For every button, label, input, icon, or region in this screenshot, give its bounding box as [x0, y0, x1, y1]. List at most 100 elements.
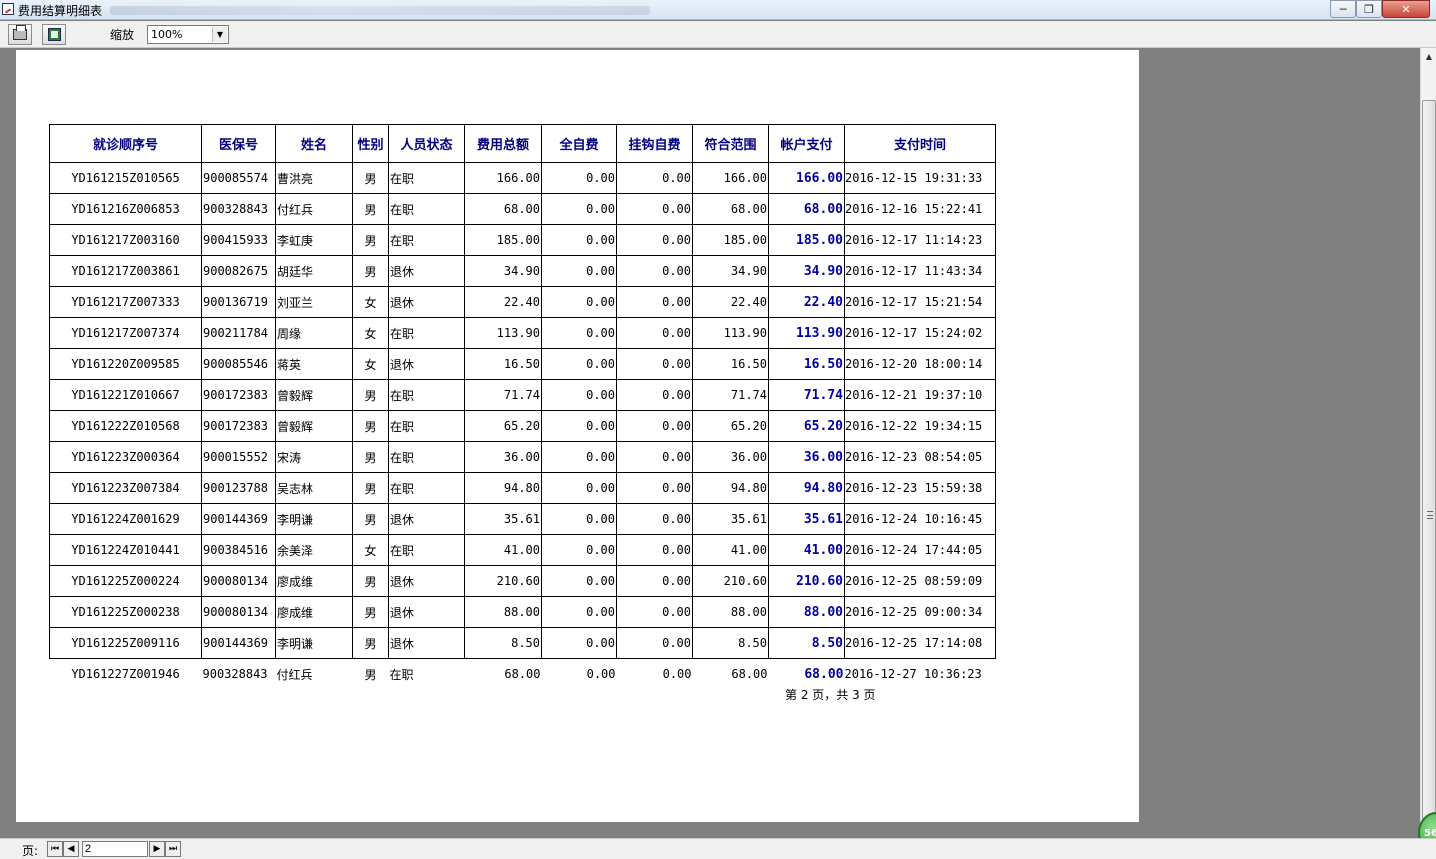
cell-pay-time: 2016-12-24 17:44:05	[844, 534, 996, 566]
cell-pay-time: 2016-12-22 19:34:15	[844, 410, 996, 442]
cell-linked-self-pay: 0.00	[616, 317, 693, 349]
column-header-insurance-no: 医保号	[201, 124, 276, 163]
last-page-button[interactable]: ⏭	[165, 841, 181, 857]
cell-visit-no: YD161217Z003861	[49, 255, 202, 287]
cell-insurance-no: 900085574	[201, 162, 276, 194]
cell-account-pay: 8.50	[768, 627, 845, 659]
cell-visit-no: YD161221Z010667	[49, 379, 202, 411]
pager-bar: 页: ⏮ ◀ ▶ ⏭	[0, 838, 1436, 859]
cell-gender: 女	[352, 534, 389, 566]
report-page: 就诊顺序号 医保号 姓名 性别 人员状态 费用总额 全自费 挂钩自费 符合范围 帐户支付 支付时间 …	[16, 50, 1139, 822]
cell-account-pay: 71.74	[768, 379, 845, 411]
cell-visit-no: YD161217Z007374	[49, 317, 202, 349]
cell-visit-no: YD161224Z010441	[49, 534, 202, 566]
first-page-button[interactable]: ⏮	[47, 841, 63, 857]
prev-page-button[interactable]: ◀	[63, 841, 79, 857]
cell-gender: 女	[352, 317, 389, 349]
cell-insurance-no: 900082675	[201, 255, 276, 287]
cell-eligible: 16.50	[692, 348, 769, 380]
cell-insurance-no: 900136719	[201, 286, 276, 318]
cell-name: 周缘	[275, 317, 353, 349]
cell-insurance-no: 900415933	[201, 224, 276, 256]
cell-eligible: 41.00	[692, 534, 769, 566]
cell-eligible: 94.80	[692, 472, 769, 504]
cell-name: 胡廷华	[275, 255, 353, 287]
cell-account-pay: 35.61	[768, 503, 845, 535]
cell-pay-time: 2016-12-21 19:37:10	[844, 379, 996, 411]
cell-total-fee: 210.60	[464, 565, 542, 597]
cell-gender: 男	[352, 441, 389, 473]
cell-total-fee: 94.80	[464, 472, 542, 504]
app-icon	[2, 3, 14, 15]
cell-eligible: 71.74	[692, 379, 769, 411]
cell-total-fee: 71.74	[464, 379, 542, 411]
close-button[interactable]: ✕	[1382, 0, 1430, 18]
cell-visit-no: YD161220Z009585	[49, 348, 202, 380]
cell-gender: 男	[352, 627, 389, 659]
cell-pay-time: 2016-12-15 19:31:33	[844, 162, 996, 194]
cell-status: 退休	[388, 596, 465, 628]
cell-eligible: 36.00	[692, 441, 769, 473]
cell-total-fee: 166.00	[464, 162, 542, 194]
cell-status: 退休	[388, 286, 465, 318]
cell-status: 在职	[388, 317, 465, 349]
cell-visit-no: YD161223Z000364	[49, 441, 202, 473]
cell-linked-self-pay: 0.00	[616, 255, 693, 287]
cell-visit-no: YD161217Z007333	[49, 286, 202, 318]
maximize-button[interactable]: ❐	[1356, 0, 1382, 18]
print-button[interactable]	[8, 24, 32, 45]
cell-account-pay: 210.60	[768, 565, 845, 597]
cell-eligible: 35.61	[692, 503, 769, 535]
cell-insurance-no: 900384516	[201, 534, 276, 566]
table-row: YD161225Z000224 900080134 廖成维男退休 210.60 0.00…	[49, 565, 996, 597]
cell-name: 宋涛	[275, 441, 353, 473]
cell-status: 在职	[388, 472, 465, 504]
cell-gender: 女	[352, 348, 389, 380]
cell-total-fee: 8.50	[464, 627, 542, 659]
zoom-value: 100%	[151, 28, 183, 41]
scroll-up-icon[interactable]: ▲	[1421, 48, 1436, 64]
cell-account-pay: 113.90	[768, 317, 845, 349]
page-number-input[interactable]	[82, 841, 148, 857]
cell-status: 退休	[388, 348, 465, 380]
column-header-status: 人员状态	[388, 124, 465, 163]
cell-visit-no: YD161225Z009116	[49, 627, 202, 659]
cell-pay-time: 2016-12-25 09:00:34	[844, 596, 996, 628]
cell-gender: 男	[352, 596, 389, 628]
minimize-button[interactable]: ─	[1330, 0, 1356, 18]
cell-self-pay: 0.00	[541, 472, 617, 504]
cell-visit-no: YD161225Z000224	[49, 565, 202, 597]
cell-self-pay: 0.00	[541, 410, 617, 442]
cell-linked-self-pay: 0.00	[616, 627, 693, 659]
column-header-name: 姓名	[275, 124, 353, 163]
table-row: YD161222Z010568 900172383 曾毅辉男在职 65.20 0.00 0…	[49, 410, 996, 442]
cell-eligible: 22.40	[692, 286, 769, 318]
cell-total-fee: 68.00	[504, 667, 541, 682]
cell-gender: 男	[364, 667, 377, 682]
cell-gender: 男	[352, 224, 389, 256]
vertical-scrollbar[interactable]: ▲	[1420, 48, 1436, 859]
cell-pay-time: 2016-12-17 15:21:54	[844, 286, 996, 318]
cell-name: 廖成维	[275, 596, 353, 628]
chevron-down-icon[interactable]: ▼	[212, 27, 227, 42]
scroll-thumb[interactable]	[1422, 100, 1436, 859]
cell-total-fee: 88.00	[464, 596, 542, 628]
cell-total-fee: 68.00	[464, 193, 542, 225]
column-header-linked-self-pay: 挂钩自费	[616, 124, 693, 163]
cell-insurance-no: 900085546	[201, 348, 276, 380]
cell-linked-self-pay: 0.00	[616, 379, 693, 411]
cell-insurance-no: 900172383	[201, 410, 276, 442]
zoom-select[interactable]: 100% ▼	[147, 25, 229, 44]
cell-pay-time: 2016-12-16 15:22:41	[844, 193, 996, 225]
cell-gender: 女	[352, 286, 389, 318]
cell-status: 在职	[388, 379, 465, 411]
window-title: 费用结算明细表	[18, 4, 103, 18]
cell-self-pay: 0.00	[586, 667, 616, 682]
cell-eligible: 8.50	[692, 627, 769, 659]
export-button[interactable]	[42, 24, 66, 45]
next-page-button[interactable]: ▶	[149, 841, 165, 857]
cell-insurance-no: 900080134	[201, 565, 276, 597]
column-header-visit-no: 就诊顺序号	[49, 124, 202, 163]
grip-icon	[1427, 511, 1433, 519]
cell-account-pay: 68.00	[804, 666, 844, 682]
